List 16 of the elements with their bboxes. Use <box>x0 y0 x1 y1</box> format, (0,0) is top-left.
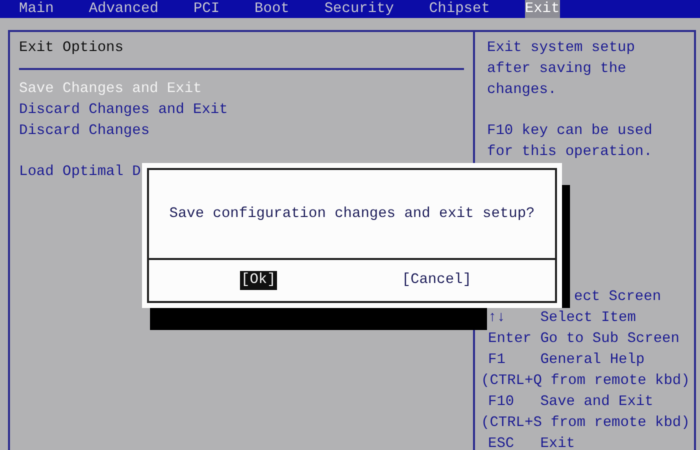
key-description: Exit <box>540 434 576 450</box>
help-text: Exit system setup after saving the changes. <box>487 39 636 100</box>
key-name: ↑↓ <box>487 308 540 329</box>
dialog-button[interactable]: [Ok] <box>240 271 277 290</box>
menu-tab[interactable]: Advanced <box>88 0 158 18</box>
menu-tab[interactable]: Boot <box>254 0 290 18</box>
dialog-button[interactable]: [Cancel] <box>400 271 472 290</box>
help-text: F10 key can be used for this operation. <box>487 122 654 162</box>
menu-option[interactable]: Discard Changes <box>19 121 464 142</box>
menu-tab[interactable]: PCI <box>193 0 220 18</box>
menu-tab[interactable]: Main <box>19 0 54 18</box>
menu-tab[interactable]: Chipset <box>428 0 490 18</box>
section-title: Exit Options <box>19 39 124 58</box>
menu-option[interactable]: Discard Changes and Exit <box>19 100 464 121</box>
dialog-message: Save configuration changes and exit setup? <box>168 204 536 224</box>
menu-tab[interactable]: Security <box>324 0 394 18</box>
